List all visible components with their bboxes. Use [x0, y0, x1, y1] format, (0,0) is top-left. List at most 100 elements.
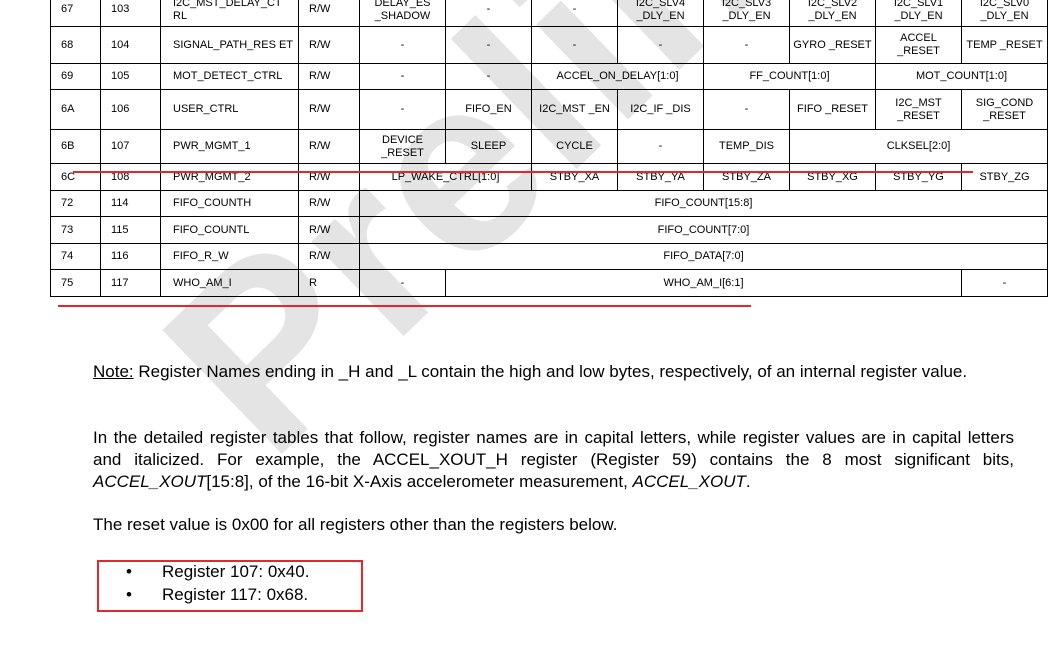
- table-row: 6C 108 PWR_MGMT_2 R/W LP_WAKE_CTRL[1:0] STBY_…: [50, 163, 1048, 191]
- table-row: 67 103 I2C_MST_DELAY_CT RL R/W DELAY_ES _SHA…: [50, 0, 1048, 27]
- bit-field-cell: STBY_YG: [875, 163, 962, 191]
- bit-field-cell: -: [531, 26, 618, 64]
- rw-cell: R/W: [298, 129, 360, 164]
- register-name-cell: PWR_MGMT_2: [160, 163, 299, 191]
- bit-field-cell: GYRO _RESET: [789, 26, 876, 64]
- bit-field-cell: I2C_SLV4 _DLY_EN: [617, 0, 704, 27]
- note-paragraph: Note: Register Names ending in _H and _L…: [93, 361, 1014, 383]
- bit-field-cell: I2C_SLV0 _DLY_EN: [961, 0, 1048, 27]
- rw-cell: R/W: [298, 89, 360, 130]
- register-name-cell: USER_CTRL: [160, 89, 299, 130]
- bit-field-cell: -: [703, 26, 790, 64]
- register-name-cell: MOT_DETECT_CTRL: [160, 63, 299, 90]
- addr-hex-cell: 75: [50, 269, 101, 297]
- addr-hex-cell: 6B: [50, 129, 101, 164]
- table-row: 72 114 FIFO_COUNTH R/W FIFO_COUNT[15:8]: [50, 190, 1048, 217]
- register-rows: 67 103 I2C_MST_DELAY_CT RL R/W DELAY_ES _SHA…: [50, 0, 1048, 297]
- register-name-cell: SIGNAL_PATH_RES ET: [160, 26, 299, 64]
- table-row: 69 105 MOT_DETECT_CTRL R/W - - ACCEL_ON_DELAY[…: [50, 63, 1048, 90]
- bit-field-cell: SIG_COND _RESET: [961, 89, 1048, 130]
- register-name-cell: I2C_MST_DELAY_CT RL: [160, 0, 299, 27]
- register-name-cell: PWR_MGMT_1: [160, 129, 299, 164]
- para-italic-1: ACCEL_XOUT: [93, 472, 207, 491]
- addr-dec-cell: 105: [100, 63, 161, 90]
- bit-field-cell: STBY_XA: [531, 163, 618, 191]
- reset-values-highlight-box: [97, 560, 363, 612]
- bit-field-cell: -: [703, 89, 790, 130]
- bit-field-cell: CYCLE: [531, 129, 618, 164]
- bit-field-cell: -: [445, 26, 532, 64]
- addr-hex-cell: 72: [50, 190, 101, 217]
- bit-field-cell: WHO_AM_I[6:1]: [445, 269, 962, 297]
- addr-dec-cell: 117: [100, 269, 161, 297]
- bit-field-cell: ACCEL _RESET: [875, 26, 962, 64]
- bit-field-cell: -: [961, 269, 1048, 297]
- table-row: 74 116 FIFO_R_W R/W FIFO_DATA[7:0]: [50, 243, 1048, 270]
- rw-cell: R/W: [298, 26, 360, 64]
- addr-hex-cell: 74: [50, 243, 101, 270]
- bit-field-cell: DEVICE _RESET: [359, 129, 446, 164]
- bit-field-cell: TEMP _RESET: [961, 26, 1048, 64]
- rw-cell: R/W: [298, 163, 360, 191]
- bit-field-cell: I2C_MST _EN: [531, 89, 618, 130]
- reset-value-paragraph: The reset value is 0x00 for all register…: [93, 515, 618, 534]
- bit-field-cell: STBY_ZA: [703, 163, 790, 191]
- addr-hex-cell: 68: [50, 26, 101, 64]
- table-row: 6A 106 USER_CTRL R/W - FIFO_EN I2C_MST _EN I2C_…: [50, 89, 1048, 130]
- bit-field-cell: FIFO_EN: [445, 89, 532, 130]
- bit-field-cell: STBY_ZG: [961, 163, 1048, 191]
- bit-field-cell: -: [617, 129, 704, 164]
- register-name-cell: FIFO_COUNTH: [160, 190, 299, 217]
- addr-dec-cell: 104: [100, 26, 161, 64]
- bit-field-cell: SLEEP: [445, 129, 532, 164]
- bit-field-cell: STBY_XG: [789, 163, 876, 191]
- bit-field-cell: -: [359, 269, 446, 297]
- bit-field-cell: I2C_SLV2 _DLY_EN: [789, 0, 876, 27]
- rw-cell: R/W: [298, 0, 360, 27]
- bit-field-cell: FF_COUNT[1:0]: [703, 63, 876, 90]
- bit-field-cell: -: [445, 63, 532, 90]
- bit-field-cell: -: [617, 26, 704, 64]
- para-text-1: In the detailed register tables that fol…: [93, 428, 1014, 469]
- table-row: 73 115 FIFO_COUNTL R/W FIFO_COUNT[7:0]: [50, 216, 1048, 244]
- addr-dec-cell: 115: [100, 216, 161, 244]
- rw-cell: R: [298, 269, 360, 297]
- rw-cell: R/W: [298, 190, 360, 217]
- addr-hex-cell: 67: [50, 0, 101, 27]
- para-text-2: [15:8], of the 16-bit X-Axis acceleromet…: [206, 472, 633, 491]
- bit-field-cell: LP_WAKE_CTRL[1:0]: [359, 163, 532, 191]
- bit-field-cell: I2C_IF _DIS: [617, 89, 704, 130]
- addr-dec-cell: 114: [100, 190, 161, 217]
- rw-cell: R/W: [298, 216, 360, 244]
- bit-field-cell: -: [445, 0, 532, 27]
- register-name-cell: FIFO_R_W: [160, 243, 299, 270]
- bit-field-cell: FIFO_DATA[7:0]: [359, 243, 1048, 270]
- bit-field-cell: -: [359, 26, 446, 64]
- addr-hex-cell: 69: [50, 63, 101, 90]
- bit-field-cell: CLKSEL[2:0]: [789, 129, 1048, 164]
- table-row: 68 104 SIGNAL_PATH_RES ET R/W - - - - - GYRO _RES…: [50, 26, 1048, 64]
- para-text-3: .: [745, 472, 751, 491]
- register-name-cell: WHO_AM_I: [160, 269, 299, 297]
- bit-field-cell: DELAY_ES _SHADOW: [359, 0, 446, 27]
- bit-field-cell: TEMP_DIS: [703, 129, 790, 164]
- rw-cell: R/W: [298, 243, 360, 270]
- register-map-table: 67 103 I2C_MST_DELAY_CT RL R/W DELAY_ES _SHA…: [50, 0, 1048, 297]
- note-text: Register Names ending in _H and _L conta…: [133, 362, 968, 381]
- addr-dec-cell: 108: [100, 163, 161, 191]
- addr-dec-cell: 107: [100, 129, 161, 164]
- bit-field-cell: FIFO _RESET: [789, 89, 876, 130]
- bit-field-cell: FIFO_COUNT[7:0]: [359, 216, 1048, 244]
- bit-field-cell: -: [359, 63, 446, 90]
- addr-hex-cell: 6C: [50, 163, 101, 191]
- addr-hex-cell: 6A: [50, 89, 101, 130]
- addr-dec-cell: 106: [100, 89, 161, 130]
- table-row: 6B 107 PWR_MGMT_1 R/W DEVICE _RESET SLEEP CYCL…: [50, 129, 1048, 164]
- bit-field-cell: I2C_MST _RESET: [875, 89, 962, 130]
- register-name-cell: FIFO_COUNTL: [160, 216, 299, 244]
- who-am-i-underline: [58, 305, 751, 307]
- para-italic-2: ACCEL_XOUT: [632, 472, 746, 491]
- bit-field-cell: MOT_COUNT[1:0]: [875, 63, 1048, 90]
- bit-field-cell: FIFO_COUNT[15:8]: [359, 190, 1048, 217]
- register-naming-paragraph: In the detailed register tables that fol…: [93, 427, 1014, 493]
